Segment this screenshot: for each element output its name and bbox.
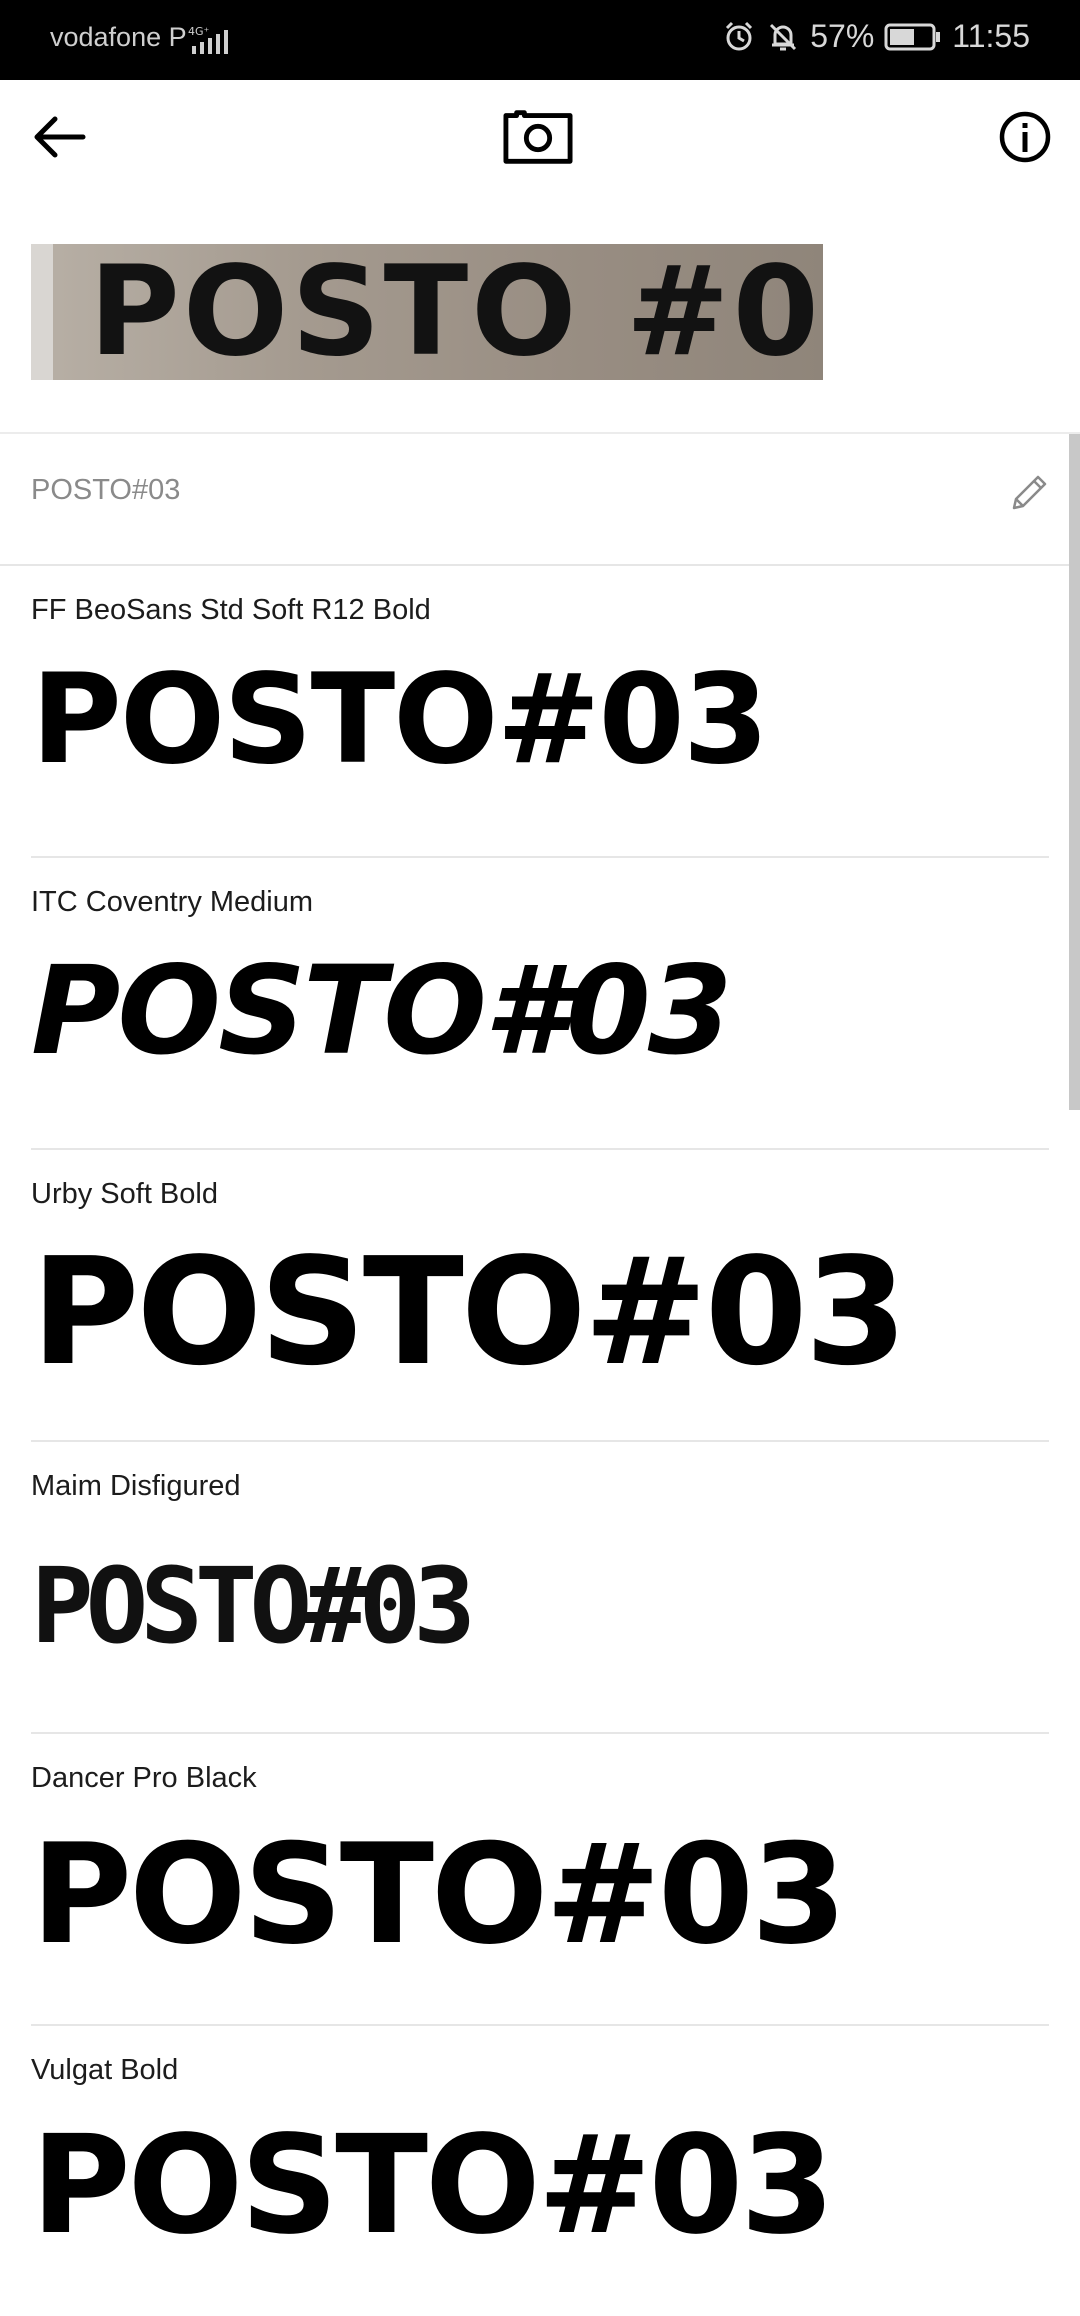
info-button[interactable] [990,102,1060,172]
camera-icon [503,110,573,164]
font-list-item[interactable]: FF BeoSans Std Soft R12 Bold POSTO#03 [31,566,1049,858]
font-list-item[interactable]: Maim Disfigured POSTO#03 [31,1442,1049,1734]
font-list-item[interactable]: Dancer Pro Black POSTO#03 [31,1734,1049,2026]
font-name: Vulgat Bold [31,2054,179,2086]
font-match-list: FF BeoSans Std Soft R12 Bold POSTO#03 IT… [0,566,1050,2316]
font-list-item[interactable]: ITC Coventry Medium POSTO#03 [31,858,1049,1150]
font-sample: POSTO#03 [31,1545,476,1667]
signal-icon: 4G⁺ [188,25,228,54]
font-name: FF BeoSans Std Soft R12 Bold [31,594,431,626]
toolbar [0,80,1080,194]
font-sample: POSTO#03 [31,1814,847,1975]
font-sample: POSTO#03 [31,940,733,1082]
recognized-text: POSTO#03 [31,474,181,506]
font-name: Maim Disfigured [31,1470,241,1502]
camera-button[interactable] [503,102,573,172]
battery-icon [884,23,941,50]
info-icon [999,111,1051,163]
carrier-name: vodafone P [50,22,187,52]
font-sample: POSTO#03 [31,2107,835,2265]
font-sample: POSTO#03 [31,648,769,792]
battery-percent: 57% [810,18,875,54]
font-name: ITC Coventry Medium [31,886,314,918]
font-name: Urby Soft Bold [31,1178,218,1210]
arrow-left-icon [34,116,86,158]
edit-text-button[interactable] [1008,470,1052,514]
recognized-text-row[interactable]: POSTO#03 [0,434,1070,564]
clock: 11:55 [952,18,1030,54]
bell-muted-icon [770,23,797,50]
status-right: 57% 11:55 [722,18,1030,55]
font-list-item[interactable]: Urby Soft Bold POSTO#03 [31,1150,1049,1442]
back-button[interactable] [24,102,94,172]
preview-edge [31,244,53,380]
pencil-icon [1012,475,1047,510]
font-name: Dancer Pro Black [31,1762,257,1794]
font-list-item[interactable]: Vulgat Bold POSTO#03 [31,2026,1049,2316]
status-bar: vodafone P 4G⁺ 57% 11:55 [0,0,1080,80]
captured-image-preview: POSTO #03 [31,244,823,380]
font-sample: POSTO#03 [31,1226,908,1398]
scrollbar[interactable] [1069,434,1080,1110]
alarm-icon [726,21,753,50]
network-type: 4G⁺ [188,25,210,38]
preview-text: POSTO #03 [89,244,823,380]
